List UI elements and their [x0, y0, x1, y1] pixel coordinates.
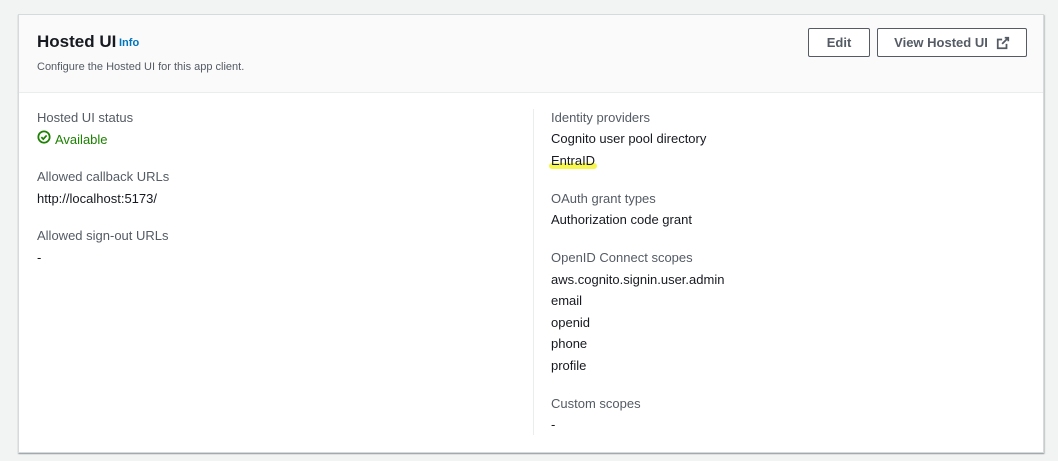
status-label: Hosted UI status [37, 110, 134, 125]
view-hosted-ui-label: View Hosted UI [894, 35, 988, 50]
scope-item: profile [551, 358, 587, 373]
idp-item-text: EntraID [551, 153, 596, 168]
hosted-ui-panel: Hosted UI Info Configure the Hosted UI f… [18, 14, 1044, 453]
external-link-icon [996, 36, 1010, 50]
edit-button[interactable]: Edit [808, 28, 870, 57]
scope-item: phone [551, 336, 588, 351]
grant-label: OAuth grant types [551, 191, 656, 206]
custom-scopes-label: Custom scopes [551, 396, 641, 411]
signout-label: Allowed sign-out URLs [37, 228, 169, 243]
custom-scopes-value: - [551, 417, 556, 432]
signout-value: - [37, 250, 42, 265]
info-link[interactable]: Info [119, 37, 139, 49]
view-hosted-ui-button[interactable]: View Hosted UI [877, 28, 1027, 57]
status-text: Available [55, 131, 108, 147]
idp-label: Identity providers [551, 110, 650, 125]
column-divider [533, 109, 534, 435]
panel-header: Hosted UI Info Configure the Hosted UI f… [19, 15, 1043, 93]
grant-value: Authorization code grant [551, 212, 692, 227]
panel-title: Hosted UI [37, 32, 117, 51]
scope-item: email [551, 293, 583, 308]
scopes-label: OpenID Connect scopes [551, 250, 693, 265]
idp-item: Cognito user pool directory [551, 131, 707, 146]
status-value: Available [37, 130, 108, 148]
edit-button-label: Edit [826, 35, 852, 50]
scope-item: openid [551, 315, 591, 330]
scope-item: aws.cognito.signin.user.admin [551, 272, 725, 287]
check-circle-icon [37, 130, 55, 148]
panel-description: Configure the Hosted UI for this app cli… [37, 61, 245, 73]
callback-label: Allowed callback URLs [37, 169, 170, 184]
callback-value: http://localhost:5173/ [37, 191, 157, 206]
idp-item-highlighted: EntraID [549, 152, 597, 169]
